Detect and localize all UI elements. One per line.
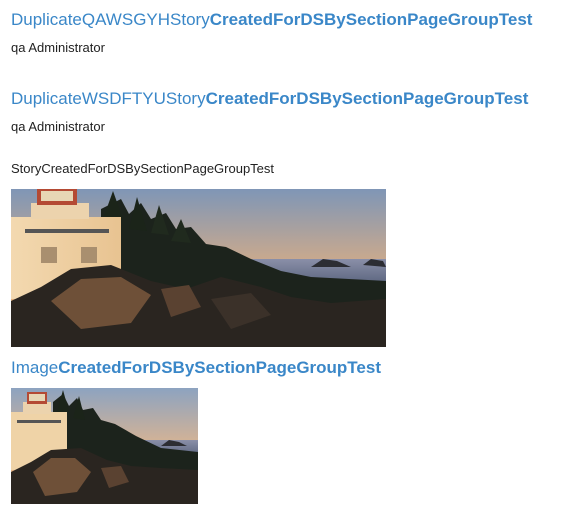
story-title-bold: CreatedForDSBySectionPageGroupTest xyxy=(209,10,533,29)
image-title-link[interactable]: ImageCreatedForDSBySectionPageGroupTest xyxy=(11,358,381,378)
story-title-plain: DuplicateWSDFTYUStory xyxy=(11,89,206,108)
lighthouse-photo-large[interactable] xyxy=(11,189,386,347)
story-author-2: qa Administrator xyxy=(11,119,105,134)
story-text-title: StoryCreatedForDSBySectionPageGroupTest xyxy=(11,161,275,176)
image-item: ImageCreatedForDSBySectionPageGroupTest xyxy=(11,358,381,378)
story-author-1: qa Administrator xyxy=(11,40,105,55)
image-title-bold: CreatedForDSBySectionPageGroupTest xyxy=(58,358,382,377)
story-title-link-2[interactable]: DuplicateWSDFTYUStoryCreatedForDSBySecti… xyxy=(11,89,528,109)
story-title-link-1[interactable]: DuplicateQAWSGYHStoryCreatedForDSBySecti… xyxy=(11,10,532,30)
story-item-1: DuplicateQAWSGYHStoryCreatedForDSBySecti… xyxy=(11,10,532,56)
lighthouse-photo-small[interactable] xyxy=(11,388,198,504)
story-item-2: DuplicateWSDFTYUStoryCreatedForDSBySecti… xyxy=(11,89,528,135)
story-title-bold: CreatedForDSBySectionPageGroupTest xyxy=(205,89,529,108)
story-title-plain: DuplicateQAWSGYHStory xyxy=(11,10,210,29)
image-title-plain: Image xyxy=(11,358,59,377)
